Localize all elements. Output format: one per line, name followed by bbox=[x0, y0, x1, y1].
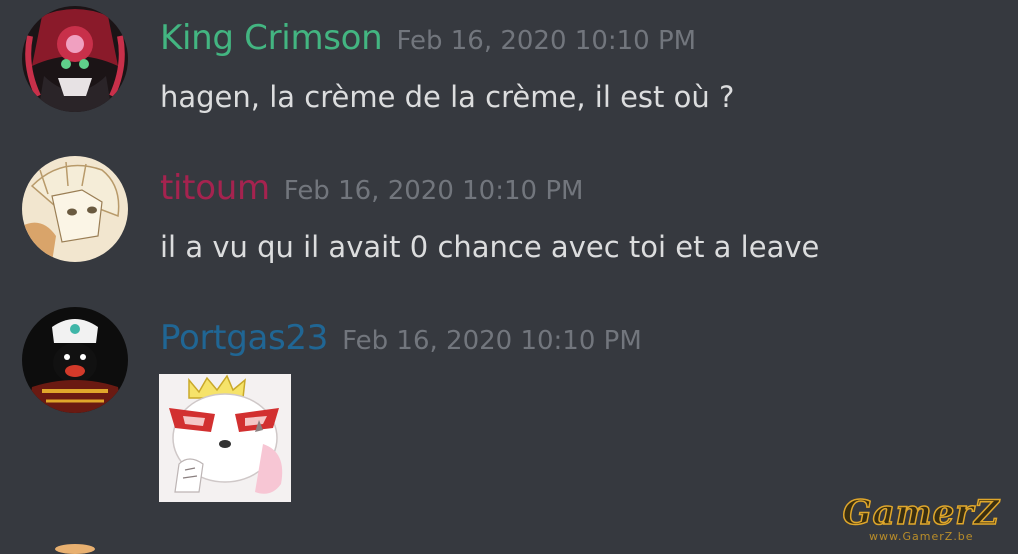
sticker-image[interactable] bbox=[159, 374, 291, 502]
avatar[interactable] bbox=[22, 6, 128, 112]
watermark-logo: GamerZ bbox=[842, 493, 1000, 533]
message-header: titoum Feb 16, 2020 10:10 PM bbox=[160, 168, 583, 208]
timestamp: Feb 16, 2020 10:10 PM bbox=[342, 326, 642, 356]
avatar[interactable] bbox=[22, 156, 128, 262]
titoum-avatar-icon bbox=[22, 156, 128, 262]
username[interactable]: King Crimson bbox=[160, 18, 383, 58]
king-crimson-avatar-icon bbox=[22, 6, 128, 112]
username[interactable]: Portgas23 bbox=[160, 318, 328, 358]
username[interactable]: titoum bbox=[160, 168, 270, 208]
timestamp: Feb 16, 2020 10:10 PM bbox=[396, 26, 697, 56]
next-avatar-partial bbox=[55, 544, 95, 554]
message-header: King Crimson Feb 16, 2020 10:10 PM bbox=[160, 18, 696, 58]
watermark: GamerZ www.GamerZ.be bbox=[842, 493, 1000, 543]
message-text: hagen, la crème de la crème, il est où ? bbox=[160, 80, 735, 114]
sticker-icon bbox=[159, 374, 291, 502]
avatar[interactable] bbox=[22, 307, 128, 413]
timestamp: Feb 16, 2020 10:10 PM bbox=[283, 176, 584, 206]
message-text: il a vu qu il avait 0 chance avec toi et… bbox=[160, 230, 820, 264]
message-header: Portgas23 Feb 16, 2020 10:10 PM bbox=[160, 318, 642, 358]
portgas23-avatar-icon bbox=[22, 307, 128, 413]
